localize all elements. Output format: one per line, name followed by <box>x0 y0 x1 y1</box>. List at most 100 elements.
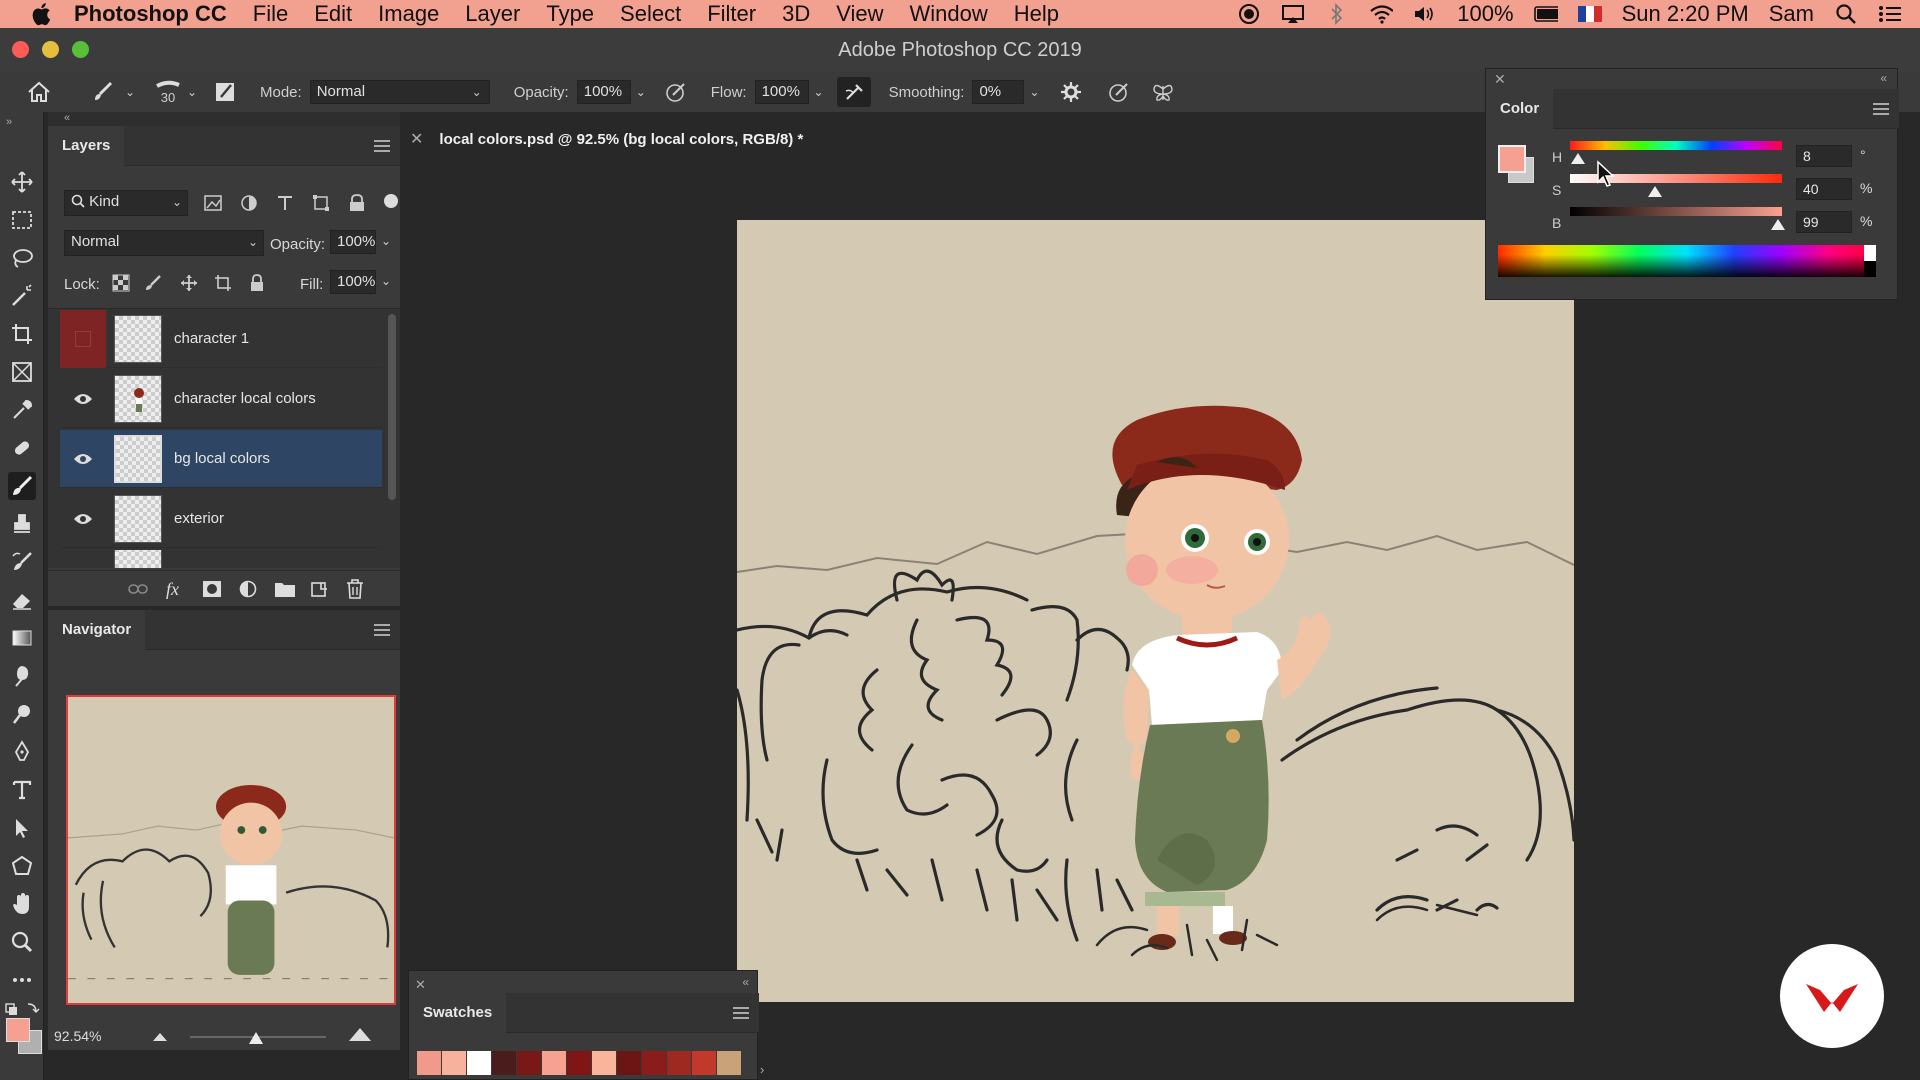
layer-filter-kind-select[interactable]: Kind ⌄ <box>64 190 188 216</box>
navigator-zoom-value[interactable]: 92.54% <box>54 1028 101 1044</box>
dodge-tool-icon[interactable] <box>8 700 36 728</box>
layer-visibility-toggle[interactable] <box>60 370 106 428</box>
document-canvas[interactable] <box>737 220 1574 1002</box>
filter-smart-objects-icon[interactable] <box>348 194 366 212</box>
collapse-swatches-icon[interactable]: « <box>742 975 749 989</box>
delete-layer-trash-icon[interactable] <box>346 579 364 599</box>
edit-toolbar-more-icon[interactable] <box>8 966 36 994</box>
symmetry-butterfly-icon[interactable] <box>1146 77 1180 107</box>
fill-input[interactable]: 100% <box>330 270 376 294</box>
pressure-size-icon[interactable] <box>1102 77 1136 107</box>
lock-image-pixels-icon[interactable] <box>144 274 162 292</box>
color-swatch[interactable] <box>542 1051 566 1075</box>
brightness-value-input[interactable]: 99 <box>1796 211 1852 233</box>
frame-tool-icon[interactable] <box>8 358 36 386</box>
smoothing-input[interactable]: 0% <box>972 80 1025 104</box>
brush-size-preview[interactable]: 30 <box>154 80 182 105</box>
menubar-user[interactable]: Sam <box>1769 1 1814 27</box>
brush-preset-icon[interactable] <box>86 77 120 107</box>
french-flag-icon[interactable] <box>1577 3 1602 25</box>
link-layers-icon[interactable] <box>128 581 148 597</box>
menu-type[interactable]: Type <box>546 1 594 27</box>
new-group-folder-icon[interactable] <box>274 580 296 598</box>
menu-file[interactable]: File <box>253 1 288 27</box>
brightness-slider-track[interactable] <box>1570 207 1782 216</box>
new-adjustment-layer-icon[interactable] <box>238 580 258 598</box>
layer-row-character-1[interactable]: character 1 <box>60 309 382 368</box>
eyedropper-tool-icon[interactable] <box>8 396 36 424</box>
lock-artboard-icon[interactable] <box>214 274 232 292</box>
color-tab[interactable]: Color <box>1486 89 1554 129</box>
layer-name[interactable]: exterior <box>174 510 224 527</box>
shape-tool-icon[interactable] <box>8 852 36 880</box>
clone-stamp-tool-icon[interactable] <box>8 510 36 538</box>
lock-transparent-pixels-icon[interactable] <box>112 274 130 292</box>
layer-row-bg-local-colors[interactable]: bg local colors <box>60 430 382 488</box>
smoothing-chevron-icon[interactable]: ⌄ <box>1024 85 1044 99</box>
flow-chevron-icon[interactable]: ⌄ <box>809 85 829 99</box>
layer-effects-fx-icon[interactable]: fx <box>166 579 179 600</box>
color-swatch[interactable] <box>517 1051 541 1075</box>
close-window-button[interactable] <box>12 41 29 58</box>
color-swatch[interactable] <box>692 1051 716 1075</box>
black-ramp-chip[interactable] <box>1864 261 1876 277</box>
menu-edit[interactable]: Edit <box>314 1 352 27</box>
menu-filter[interactable]: Filter <box>707 1 756 27</box>
collapse-color-panel-icon[interactable]: « <box>1880 71 1887 85</box>
layer-opacity-chevron-icon[interactable]: ⌄ <box>376 234 396 248</box>
filter-shape-layers-icon[interactable] <box>312 194 330 212</box>
minimize-window-button[interactable] <box>42 41 59 58</box>
white-ramp-chip[interactable] <box>1864 245 1876 261</box>
color-swatch[interactable] <box>467 1051 491 1075</box>
apple-icon[interactable] <box>28 0 56 28</box>
color-swatch[interactable] <box>592 1051 616 1075</box>
color-swatch[interactable] <box>442 1051 466 1075</box>
collapse-panels-icon[interactable]: « <box>48 112 400 126</box>
menu-view[interactable]: View <box>836 1 883 27</box>
navigator-tab[interactable]: Navigator <box>48 609 146 650</box>
type-tool-icon[interactable] <box>8 776 36 804</box>
color-spectrum-ramp[interactable] <box>1498 245 1876 277</box>
menu-help[interactable]: Help <box>1014 1 1059 27</box>
menubar-clock[interactable]: Sun 2:20 PM <box>1622 1 1749 27</box>
zoom-tool-icon[interactable] <box>8 928 36 956</box>
opacity-input[interactable]: 100% <box>576 80 631 104</box>
lock-all-icon[interactable] <box>248 274 266 292</box>
airplay-icon[interactable] <box>1281 3 1305 25</box>
bluetooth-icon[interactable] <box>1325 3 1349 25</box>
expand-panel-arrow-icon[interactable]: › <box>760 1062 764 1077</box>
filter-pixel-layers-icon[interactable] <box>204 194 222 212</box>
color-swatch[interactable] <box>642 1051 666 1075</box>
zoom-window-button[interactable] <box>72 41 89 58</box>
marquee-tool-icon[interactable] <box>8 206 36 234</box>
brush-tool-icon[interactable] <box>8 472 36 500</box>
lasso-tool-icon[interactable] <box>8 244 36 272</box>
color-swatch[interactable] <box>667 1051 691 1075</box>
flow-input[interactable]: 100% <box>754 80 809 104</box>
history-brush-tool-icon[interactable] <box>8 548 36 576</box>
spotlight-search-icon[interactable] <box>1834 3 1858 25</box>
pen-tool-icon[interactable] <box>8 738 36 766</box>
saturation-slider-thumb[interactable] <box>1648 186 1662 197</box>
path-selection-tool-icon[interactable] <box>8 814 36 842</box>
menu-window[interactable]: Window <box>910 1 988 27</box>
lock-position-icon[interactable] <box>180 274 198 292</box>
brush-size-chevron-icon[interactable]: ⌄ <box>182 85 202 99</box>
filter-toggle-switch[interactable] <box>384 194 398 208</box>
hue-slider-track[interactable] <box>1570 141 1782 150</box>
layer-visibility-toggle[interactable] <box>60 309 106 368</box>
brush-preset-chevron-icon[interactable]: ⌄ <box>120 85 140 99</box>
layer-name[interactable]: bg local colors <box>174 450 270 467</box>
smoothing-settings-gear-icon[interactable] <box>1054 77 1088 107</box>
eraser-tool-icon[interactable] <box>8 586 36 614</box>
layer-name[interactable]: character local colors <box>174 390 316 407</box>
navigator-zoom-slider-thumb[interactable] <box>248 1031 264 1045</box>
foreground-color-chip[interactable] <box>1498 145 1526 173</box>
navigator-panel-menu-icon[interactable] <box>374 623 390 636</box>
close-color-panel-icon[interactable]: ✕ <box>1494 71 1506 88</box>
record-icon[interactable] <box>1237 3 1261 25</box>
add-layer-mask-icon[interactable] <box>202 580 222 598</box>
brush-settings-panel-icon[interactable] <box>208 77 242 107</box>
layer-opacity-input[interactable]: 100% <box>330 230 376 254</box>
mode-select[interactable]: Normal ⌄ <box>309 80 490 104</box>
